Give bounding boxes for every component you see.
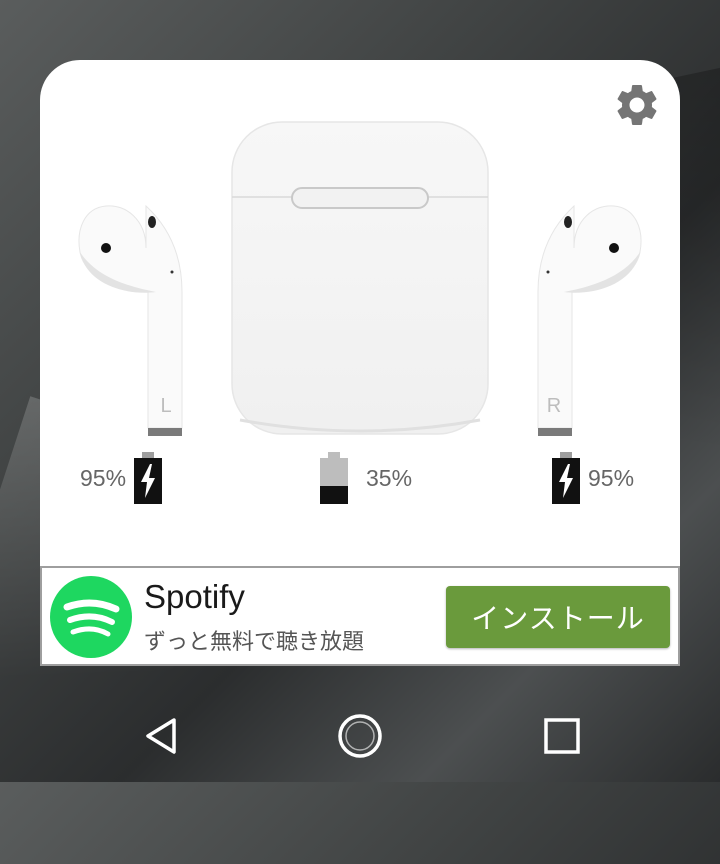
charging-case-image bbox=[231, 121, 489, 435]
home-button[interactable] bbox=[336, 712, 384, 760]
install-button[interactable]: インストール bbox=[446, 586, 670, 648]
left-battery-percent: 95% bbox=[80, 464, 127, 491]
left-battery-status: 95% bbox=[80, 452, 163, 504]
left-earbud-image: L bbox=[78, 204, 183, 436]
ad-subtitle: ずっと無料で聴き放題 bbox=[144, 630, 365, 655]
airpods-popup-card: L R 95% 35% 95% Spotify ずっと無料で聴き放題 インストー… bbox=[40, 60, 680, 666]
ad-title: Spotify bbox=[144, 578, 245, 615]
gear-icon bbox=[617, 85, 657, 125]
right-side-label: R bbox=[547, 395, 561, 417]
recents-square-icon bbox=[544, 718, 580, 754]
ad-banner[interactable]: Spotify ずっと無料で聴き放題 インストール bbox=[40, 566, 680, 666]
home-circle-icon bbox=[338, 714, 382, 758]
right-battery-percent: 95% bbox=[588, 464, 635, 491]
case-battery-status: 35% bbox=[320, 452, 412, 504]
left-side-label: L bbox=[160, 395, 171, 417]
spotify-logo bbox=[50, 576, 132, 658]
battery-charging-icon bbox=[134, 452, 163, 504]
right-earbud-image: R bbox=[537, 204, 642, 436]
back-triangle-icon bbox=[146, 718, 176, 754]
system-navigation-bar bbox=[0, 686, 720, 782]
recents-button[interactable] bbox=[540, 714, 584, 758]
settings-button[interactable] bbox=[612, 80, 662, 130]
back-button[interactable] bbox=[140, 714, 184, 758]
case-battery-percent: 35% bbox=[366, 464, 413, 491]
battery-icon bbox=[320, 452, 348, 504]
battery-charging-icon bbox=[552, 452, 580, 504]
right-battery-status: 95% bbox=[552, 452, 634, 504]
